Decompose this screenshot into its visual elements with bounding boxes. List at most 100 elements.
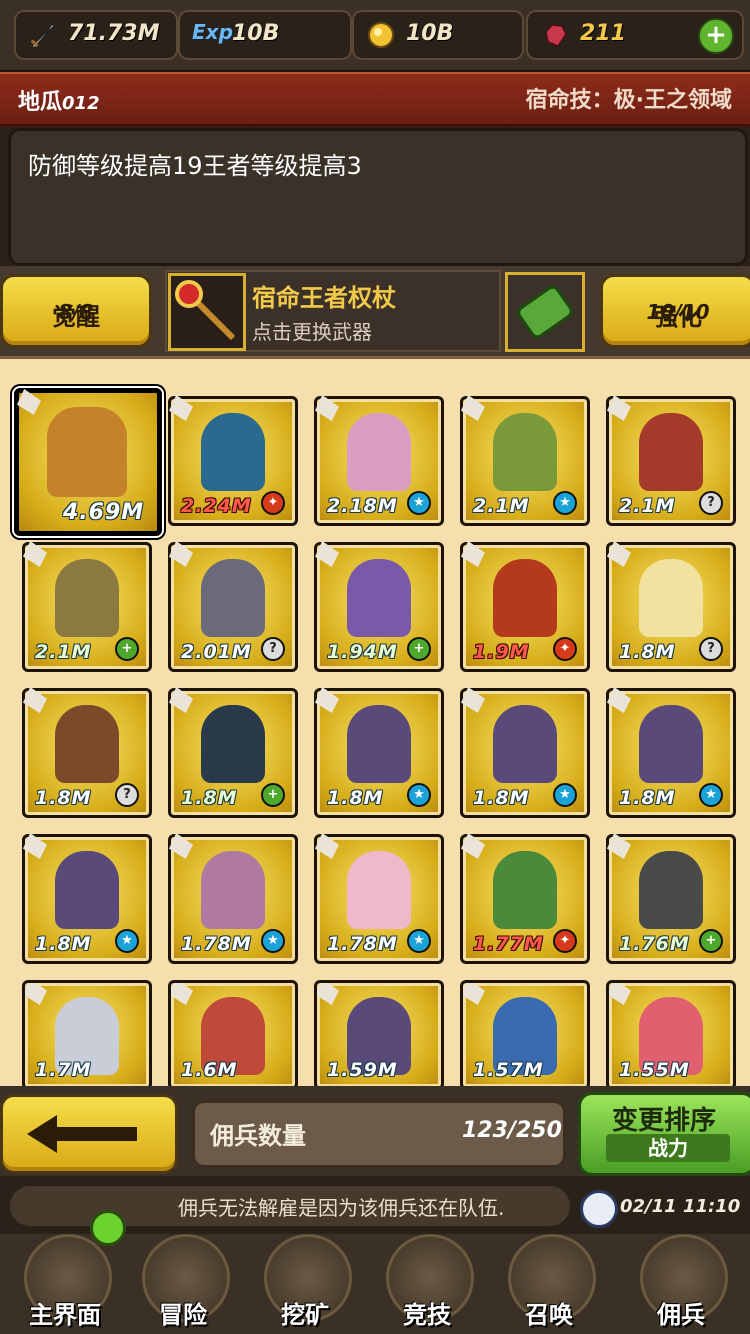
- nav-item[interactable]: 召唤: [494, 1230, 604, 1334]
- card-tag-icon: [23, 541, 47, 567]
- mercenary-card[interactable]: 2.18M ★: [314, 395, 444, 526]
- nav-item[interactable]: 佣兵: [626, 1230, 736, 1334]
- mercenary-card[interactable]: 1.55M: [606, 980, 736, 1090]
- exp-resource: Exp 10B: [178, 10, 352, 60]
- mercenary-power: 1.8M: [181, 787, 238, 809]
- mercenary-card[interactable]: 1.77M ✦: [460, 833, 590, 964]
- gem-icon: [545, 24, 567, 47]
- nav-item[interactable]: 冒险: [128, 1230, 238, 1334]
- mercenary-power: 1.8M: [35, 933, 92, 955]
- mercenary-card[interactable]: 2.1M +: [22, 541, 152, 672]
- nav-label: 挖矿: [281, 1301, 329, 1329]
- weapon-hint: 点击更换武器: [252, 320, 372, 344]
- water-element-icon: ★: [407, 929, 431, 953]
- mercenary-card[interactable]: 1.94M +: [314, 541, 444, 672]
- card-tag-icon: [609, 983, 631, 1005]
- card-tag-icon: [461, 395, 485, 421]
- mercenary-card[interactable]: 1.76M +: [606, 833, 736, 964]
- add-gem-button[interactable]: +: [698, 18, 734, 54]
- mercenary-portrait: [201, 851, 265, 929]
- mercenary-card[interactable]: 1.8M ★: [22, 833, 152, 964]
- mercenary-portrait: [55, 705, 119, 783]
- water-element-icon: ★: [407, 491, 431, 515]
- mercenary-power: 2.1M: [35, 641, 92, 663]
- mercenary-card[interactable]: 1.9M ✦: [460, 541, 590, 672]
- clock-icon: [580, 1190, 618, 1228]
- mercenary-card[interactable]: 1.6M: [168, 980, 298, 1090]
- card-tag-icon: [315, 687, 339, 713]
- mercenary-power: 1.55M: [619, 1059, 690, 1081]
- enhance-label: 强化: [654, 303, 702, 331]
- gem-value: 211: [580, 21, 626, 46]
- mercenary-card[interactable]: 2.24M ✦: [168, 395, 298, 526]
- mercenary-power: 1.57M: [473, 1059, 544, 1081]
- mercenary-portrait: [493, 413, 557, 491]
- mercenary-card[interactable]: 4.69M: [14, 388, 162, 536]
- card-tag-icon: [169, 687, 193, 713]
- mercenary-power: 1.8M: [619, 641, 676, 663]
- mercenary-card[interactable]: 1.59M: [314, 980, 444, 1090]
- mercenary-power: 2.24M: [181, 495, 252, 517]
- card-tag-icon: [17, 389, 41, 415]
- notification-dot: [90, 1210, 126, 1246]
- mercenary-card[interactable]: 1.78M ★: [168, 833, 298, 964]
- nav-item[interactable]: 竞技: [372, 1230, 482, 1334]
- mercenary-card[interactable]: 2.1M?: [606, 395, 736, 526]
- card-tag-icon: [317, 983, 339, 1005]
- mercenary-card[interactable]: 1.8M +: [168, 687, 298, 818]
- mercenary-card[interactable]: 1.78M ★: [314, 833, 444, 964]
- scroll-icon[interactable]: [505, 272, 585, 352]
- mercenary-card[interactable]: 1.8M ★: [460, 687, 590, 818]
- mercenary-power: 2.1M: [473, 495, 530, 517]
- mercenary-card[interactable]: 1.57M: [460, 980, 590, 1090]
- nav-item[interactable]: 挖矿: [250, 1230, 360, 1334]
- mercenary-power: 1.9M: [473, 641, 530, 663]
- awaken-label: 觉醒: [52, 303, 100, 331]
- mercenary-card[interactable]: 1.8M ★: [606, 687, 736, 818]
- mercenary-power: 1.78M: [327, 933, 398, 955]
- unknown-element-icon: ?: [261, 637, 285, 661]
- mercenary-card[interactable]: 1.8M?: [22, 687, 152, 818]
- mercenary-portrait: [347, 413, 411, 491]
- mercenary-card[interactable]: 2.1M ★: [460, 395, 590, 526]
- card-tag-icon: [171, 983, 193, 1005]
- mercenary-portrait: [47, 407, 127, 497]
- gold-resource: 10B: [352, 10, 524, 60]
- mercenary-portrait: [347, 705, 411, 783]
- awaken-button[interactable]: 觉醒 8/8: [0, 274, 152, 348]
- hero-name-text: 地瓜: [18, 90, 63, 115]
- mercenary-card[interactable]: 1.8M?: [606, 541, 736, 672]
- mercenary-card[interactable]: 1.7M: [22, 980, 152, 1090]
- exp-value: 10B: [232, 21, 280, 46]
- card-tag-icon: [607, 541, 631, 567]
- enhance-button[interactable]: 强化 10/10: [600, 274, 750, 348]
- nav-label: 主界面: [29, 1301, 101, 1329]
- water-element-icon: ★: [115, 929, 139, 953]
- mercenary-card[interactable]: 1.8M ★: [314, 687, 444, 818]
- weapon-name: 宿命王者权杖: [252, 284, 396, 312]
- mercenary-card[interactable]: 2.01M?: [168, 541, 298, 672]
- scepter-icon[interactable]: [168, 273, 246, 351]
- unknown-element-icon: ?: [699, 491, 723, 515]
- water-element-icon: ★: [407, 783, 431, 807]
- mercenary-portrait: [55, 559, 119, 637]
- card-tag-icon: [463, 983, 485, 1005]
- nav-label: 佣兵: [657, 1301, 705, 1329]
- nav-label: 竞技: [403, 1301, 451, 1329]
- fire-element-icon: ✦: [553, 637, 577, 661]
- mercenary-power: 2.1M: [619, 495, 676, 517]
- mercenary-portrait: [347, 851, 411, 929]
- hero-name-suffix: 012: [62, 93, 100, 114]
- mercenary-power: 1.78M: [181, 933, 252, 955]
- card-tag-icon: [25, 983, 47, 1005]
- unknown-element-icon: ?: [699, 637, 723, 661]
- mercenary-power: 1.8M: [473, 787, 530, 809]
- mercenary-portrait: [639, 559, 703, 637]
- mercenary-power: 1.59M: [327, 1059, 398, 1081]
- exp-icon: Exp: [192, 20, 233, 44]
- sword-icon: [30, 22, 56, 50]
- card-tag-icon: [461, 833, 485, 859]
- mercenary-portrait: [201, 705, 265, 783]
- mercenary-portrait: [201, 559, 265, 637]
- back-button[interactable]: [0, 1094, 178, 1174]
